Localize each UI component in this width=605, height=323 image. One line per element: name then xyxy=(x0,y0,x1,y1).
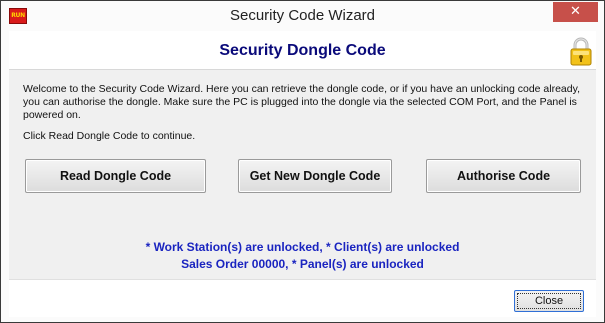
unlock-status-line1: * Work Station(s) are unlocked, * Client… xyxy=(145,240,460,254)
title-bar[interactable]: RUN Security Code Wizard ✕ xyxy=(1,1,604,31)
read-dongle-code-button[interactable]: Read Dongle Code xyxy=(25,159,206,193)
window-frame-left xyxy=(1,31,9,322)
intro-text: Welcome to the Security Code Wizard. Her… xyxy=(23,83,580,121)
unlock-status: * Work Station(s) are unlocked, * Client… xyxy=(9,239,596,273)
close-icon: ✕ xyxy=(570,4,581,19)
get-new-dongle-code-button[interactable]: Get New Dongle Code xyxy=(238,159,392,193)
window-close-button[interactable]: ✕ xyxy=(553,2,598,22)
dialog-header: Security Dongle Code xyxy=(9,31,596,70)
dialog-footer: Close xyxy=(9,279,596,317)
lock-icon xyxy=(570,37,592,66)
instruction-text: Click Read Dongle Code to continue. xyxy=(23,130,196,142)
close-button[interactable]: Close xyxy=(514,290,584,312)
page-title: Security Dongle Code xyxy=(219,42,386,59)
window-frame-right xyxy=(596,31,604,322)
dialog-content: Security Dongle Code Welcome to the Secu… xyxy=(9,31,596,317)
window-title: Security Code Wizard xyxy=(229,7,376,24)
security-code-wizard-window: RUN Security Code Wizard ✕ Security Dong… xyxy=(0,0,605,323)
unlock-status-line2: Sales Order 00000, * Panel(s) are unlock… xyxy=(181,257,424,271)
authorise-code-button[interactable]: Authorise Code xyxy=(426,159,581,193)
focus-rect xyxy=(517,293,581,309)
